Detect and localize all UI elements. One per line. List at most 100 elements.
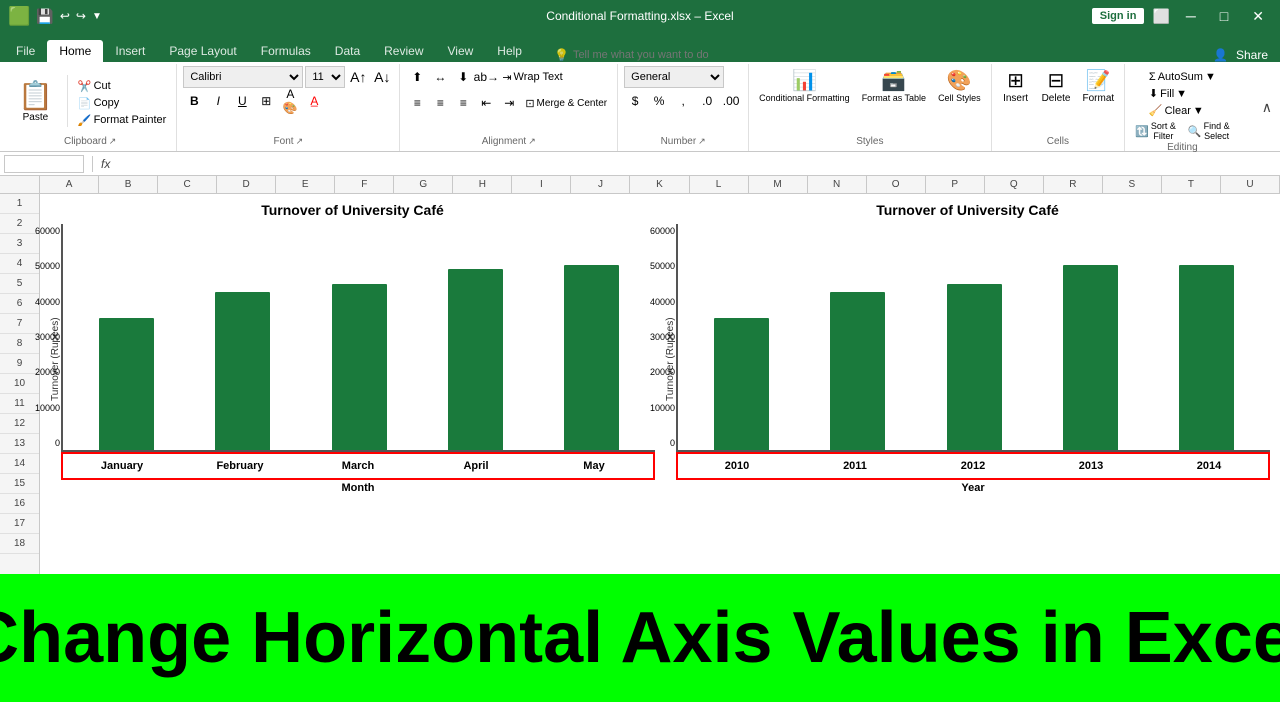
col-header-J[interactable]: J [571,176,630,193]
font-size-select[interactable]: 11 [305,66,345,88]
number-expand-icon[interactable]: ↗ [698,136,706,147]
text-direction-button[interactable]: ab→ [475,66,497,88]
col-header-B[interactable]: B [99,176,158,193]
tab-home[interactable]: Home [47,40,103,62]
undo-btn[interactable]: ↩ [60,9,70,23]
copy-button[interactable]: 📄 Copy [74,96,170,111]
col-header-A[interactable]: A [40,176,99,193]
tab-file[interactable]: File [4,40,47,62]
align-bottom-button[interactable]: ⬇ [452,66,474,88]
align-middle-button[interactable]: ↔ [429,66,451,88]
ribbon-display-btn[interactable]: ⬜ [1152,8,1169,25]
col-header-R[interactable]: R [1044,176,1103,193]
currency-button[interactable]: $ [624,90,646,112]
row-header-18[interactable]: 18 [0,534,39,554]
quick-access-more[interactable]: ▼ [92,11,102,22]
clipboard-expand-icon[interactable]: ↗ [109,136,117,147]
grid-container: 123456789101112131415161718 Turnover of … [0,194,1280,574]
insert-button[interactable]: ⊞ Insert [998,66,1034,106]
increase-font-size-button[interactable]: A↑ [347,66,369,88]
col-header-I[interactable]: I [512,176,571,193]
decrease-font-size-button[interactable]: A↓ [371,66,393,88]
tab-help[interactable]: Help [485,40,534,62]
find-select-button[interactable]: 🔍 Find &Select [1184,120,1234,142]
name-box[interactable] [4,155,84,173]
tab-view[interactable]: View [436,40,486,62]
font-expand-icon[interactable]: ↗ [296,136,304,147]
col-header-K[interactable]: K [630,176,689,193]
align-left-button[interactable]: ≡ [406,92,428,114]
increase-indent-button[interactable]: ⇥ [498,92,520,114]
decrease-decimal-button[interactable]: .0 [696,90,718,112]
underline-button[interactable]: U [231,90,253,112]
col-header-P[interactable]: P [926,176,985,193]
sign-in-button[interactable]: Sign in [1092,8,1145,24]
col-header-U[interactable]: U [1221,176,1280,193]
wrap-text-button[interactable]: ⇥ Wrap Text [498,70,566,85]
row-header-1[interactable]: 1 [0,194,39,214]
ribbon-collapse-button[interactable]: ∧ [1258,64,1276,151]
format-painter-button[interactable]: 🖌️ Format Painter [74,113,170,128]
tab-insert[interactable]: Insert [103,40,157,62]
clear-button[interactable]: 🧹 Clear ▼ [1145,103,1208,118]
minimize-button[interactable]: ─ [1178,6,1204,26]
sort-filter-button[interactable]: 🔃 Sort &Filter [1131,120,1180,142]
comma-button[interactable]: , [672,90,694,112]
font-name-select[interactable]: Calibri [183,66,303,88]
col-header-N[interactable]: N [808,176,867,193]
tab-data[interactable]: Data [323,40,372,62]
tab-review[interactable]: Review [372,40,435,62]
col-header-C[interactable]: C [158,176,217,193]
col-header-O[interactable]: O [867,176,926,193]
tell-me-input[interactable] [573,49,773,61]
conditional-formatting-button[interactable]: 📊 Conditional Formatting [755,66,854,105]
number-format-select[interactable]: General [624,66,724,88]
border-button[interactable]: ⊞ [255,90,277,112]
increase-decimal-button[interactable]: .00 [720,90,742,112]
tab-page-layout[interactable]: Page Layout [157,40,248,62]
col-header-T[interactable]: T [1162,176,1221,193]
align-right-button[interactable]: ≡ [452,92,474,114]
col-header-G[interactable]: G [394,176,453,193]
paste-button[interactable]: 📋 Paste [10,75,61,127]
formula-input[interactable] [114,155,1276,173]
col-header-H[interactable]: H [453,176,512,193]
quick-save[interactable]: 💾 [36,8,53,25]
row-header-16[interactable]: 16 [0,494,39,514]
row-header-15[interactable]: 15 [0,474,39,494]
align-center-button[interactable]: ≡ [429,92,451,114]
bold-button[interactable]: B [183,90,205,112]
merge-center-button[interactable]: ⊡ Merge & Center [521,96,611,111]
tab-formulas[interactable]: Formulas [249,40,323,62]
col-header-D[interactable]: D [217,176,276,193]
corner-cell[interactable] [0,176,40,193]
close-button[interactable]: ✕ [1244,6,1272,27]
col-header-E[interactable]: E [276,176,335,193]
format-button[interactable]: 📝 Format [1078,66,1118,106]
col-header-L[interactable]: L [690,176,749,193]
col-header-F[interactable]: F [335,176,394,193]
align-top-button[interactable]: ⬆ [406,66,428,88]
fill-button[interactable]: ⬇ Fill ▼ [1145,86,1191,101]
redo-btn[interactable]: ↪ [76,9,86,23]
row-header-17[interactable]: 17 [0,514,39,534]
fill-color-button[interactable]: A🎨 [279,90,301,112]
row-header-14[interactable]: 14 [0,454,39,474]
font-color-button[interactable]: A̲ [303,90,325,112]
share-label[interactable]: Share [1236,48,1268,62]
delete-button[interactable]: ⊟ Delete [1038,66,1075,106]
fill-dropdown-icon: ▼ [1176,88,1187,100]
paste-icon: 📋 [18,79,53,112]
cut-button[interactable]: ✂️ Cut [74,79,170,94]
col-header-S[interactable]: S [1103,176,1162,193]
col-header-M[interactable]: M [749,176,808,193]
cell-styles-button[interactable]: 🎨 Cell Styles [934,66,985,105]
autosum-button[interactable]: Σ AutoSum ▼ [1145,70,1220,84]
maximize-button[interactable]: □ [1212,6,1236,26]
col-header-Q[interactable]: Q [985,176,1044,193]
format-as-table-button[interactable]: 🗃️ Format as Table [858,66,930,105]
alignment-expand-icon[interactable]: ↗ [528,136,536,147]
percent-button[interactable]: % [648,90,670,112]
italic-button[interactable]: I [207,90,229,112]
decrease-indent-button[interactable]: ⇤ [475,92,497,114]
